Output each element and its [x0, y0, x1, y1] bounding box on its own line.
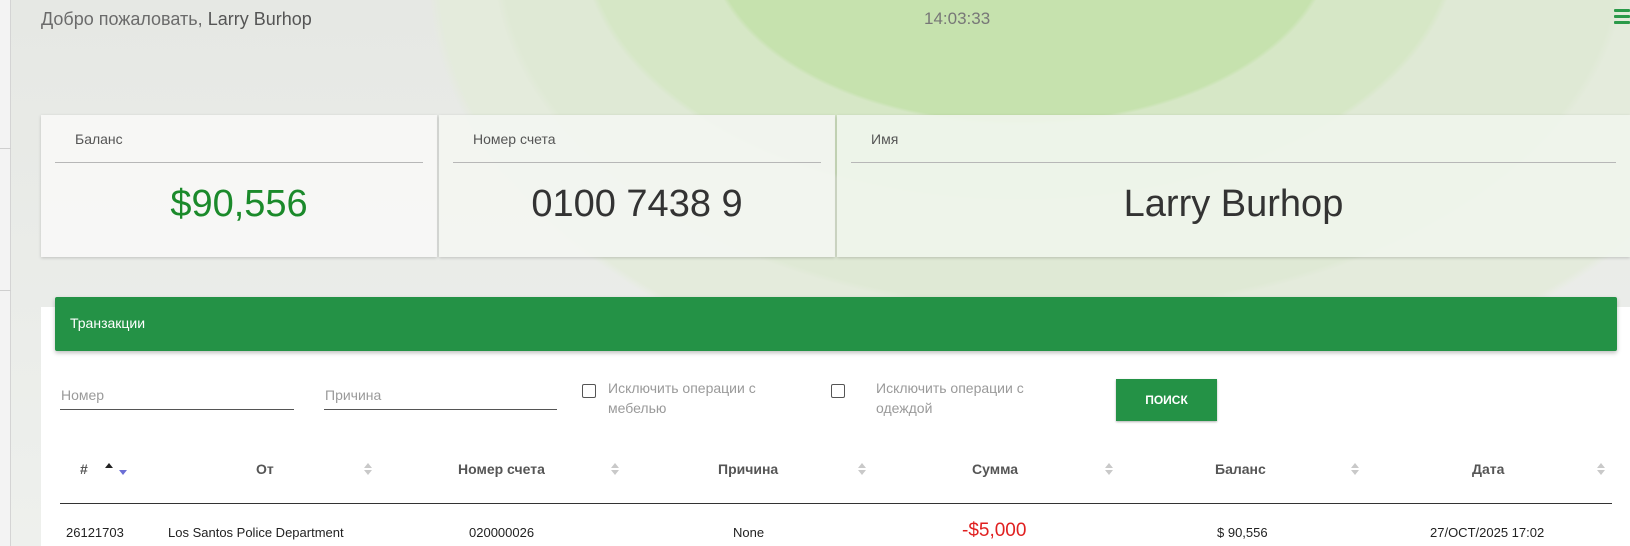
account-number-label: Номер счета	[473, 131, 556, 147]
exclude-furniture-label: Исключить операции с мебелью	[608, 380, 756, 416]
sort-down-icon	[611, 470, 619, 475]
balance-label: Баланс	[75, 131, 123, 147]
sort-up-icon	[611, 463, 619, 468]
exclude-clothes-label: Исключить операции с одеждой	[876, 380, 1024, 416]
sort-down-icon	[858, 470, 866, 475]
sort-icon[interactable]	[611, 461, 620, 478]
search-button[interactable]: ПОИСК	[1116, 379, 1217, 421]
hamburger-menu-icon[interactable]	[1612, 9, 1630, 25]
top-bar: Добро пожаловать, Larry Burhop 14:03:33	[0, 0, 1630, 40]
row-from: Los Santos Police Department	[168, 525, 344, 540]
number-filter-input[interactable]	[60, 380, 294, 410]
column-header-reason[interactable]: Причина	[718, 461, 778, 477]
sort-icon[interactable]	[1597, 461, 1606, 478]
sort-icon[interactable]	[1351, 461, 1360, 478]
name-label: Имя	[871, 131, 899, 147]
column-header-date[interactable]: Дата	[1472, 461, 1504, 477]
sort-down-icon	[1105, 470, 1113, 475]
reason-filter-input[interactable]	[324, 380, 557, 410]
column-header-account-number[interactable]: Номер счета	[458, 461, 545, 477]
welcome-user-name: Larry Burhop	[207, 9, 312, 29]
column-header-amount[interactable]: Сумма	[972, 461, 1018, 477]
card-divider	[55, 162, 423, 163]
sort-up-icon	[105, 463, 113, 468]
column-header-id[interactable]: #	[80, 461, 88, 477]
row-date: 27/OCT/2025 17:02	[1430, 525, 1545, 540]
sort-down-icon	[119, 470, 127, 475]
account-number-value: 0100 7438 9	[531, 183, 743, 225]
row-balance: $ 90,556	[1217, 525, 1268, 540]
sort-down-icon	[1351, 470, 1359, 475]
sort-icon[interactable]	[1105, 461, 1114, 478]
transactions-header: Транзакции	[55, 297, 1617, 351]
sort-up-icon	[1351, 463, 1359, 468]
sidebar-divider	[0, 148, 11, 149]
sort-up-icon	[1597, 463, 1605, 468]
column-header-balance[interactable]: Баланс	[1215, 461, 1266, 477]
account-number-card: Номер счета 0100 7438 9	[439, 115, 835, 257]
name-value: Larry Burhop	[1123, 183, 1344, 225]
column-header-from[interactable]: От	[256, 461, 274, 477]
transactions-title: Транзакции	[70, 315, 146, 331]
sort-icon[interactable]	[858, 461, 867, 478]
welcome-prefix: Добро пожаловать,	[41, 9, 203, 29]
exclude-clothes-checkbox[interactable]	[831, 384, 845, 398]
menu-bar	[1614, 9, 1630, 12]
sort-icon[interactable]	[364, 461, 373, 478]
balance-value: $90,556	[170, 183, 308, 225]
sort-up-icon	[1105, 463, 1113, 468]
row-amount: -$5,000	[962, 520, 1027, 541]
exclude-furniture-checkbox[interactable]	[582, 384, 596, 398]
sort-up-icon	[364, 463, 372, 468]
row-reason: None	[733, 525, 765, 540]
sort-down-icon	[1597, 470, 1605, 475]
menu-bar	[1614, 15, 1630, 18]
sidebar-divider	[0, 290, 11, 291]
card-divider	[851, 162, 1616, 163]
sort-up-icon	[858, 463, 866, 468]
menu-bar	[1614, 21, 1630, 24]
name-card: Имя Larry Burhop	[837, 115, 1630, 257]
card-divider	[453, 162, 821, 163]
row-id: 26121703	[66, 525, 124, 540]
row-account-number: 020000026	[469, 525, 535, 540]
clock: 14:03:33	[924, 9, 991, 28]
sort-down-icon	[364, 470, 372, 475]
balance-card: Баланс $90,556	[41, 115, 437, 257]
sort-icon[interactable]	[105, 461, 127, 478]
table-header-divider	[60, 503, 1612, 504]
welcome-message: Добро пожаловать, Larry Burhop	[41, 9, 312, 30]
left-sidebar-edge	[0, 0, 11, 546]
